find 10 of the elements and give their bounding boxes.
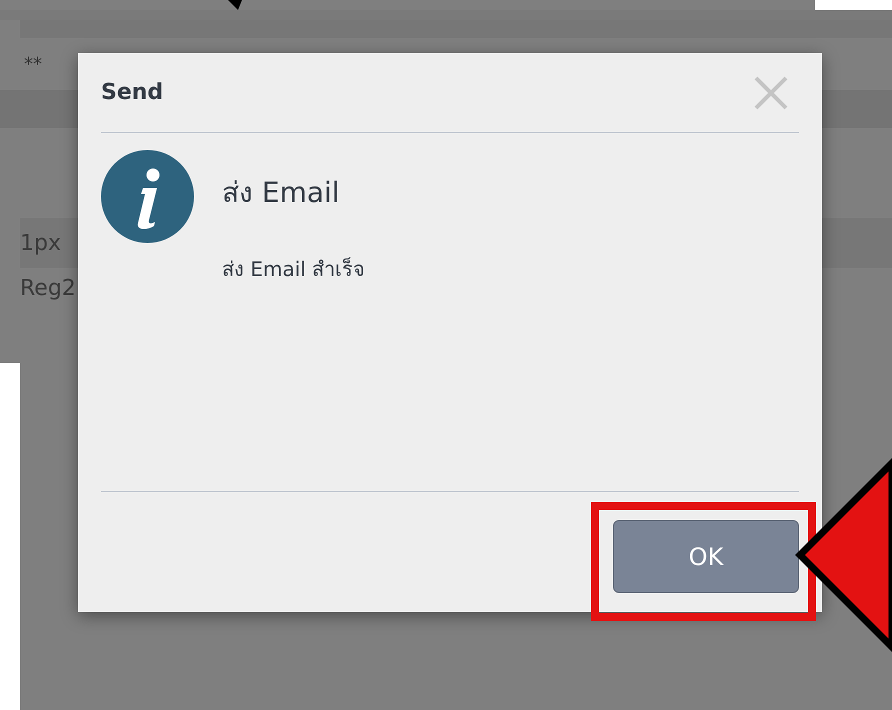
pointer-arrow bbox=[228, 0, 242, 10]
background-text: Reg2 bbox=[20, 274, 76, 302]
dialog-message: ส่ง Email สำเร็จ bbox=[222, 256, 366, 283]
dialog-heading: ส่ง Email bbox=[222, 175, 341, 211]
ok-button[interactable]: OK bbox=[613, 520, 799, 593]
background-text: 1px bbox=[20, 230, 61, 258]
dialog-title: Send bbox=[101, 79, 164, 107]
background-text: ** bbox=[24, 52, 42, 76]
close-icon[interactable] bbox=[753, 74, 789, 110]
info-icon bbox=[101, 150, 194, 243]
